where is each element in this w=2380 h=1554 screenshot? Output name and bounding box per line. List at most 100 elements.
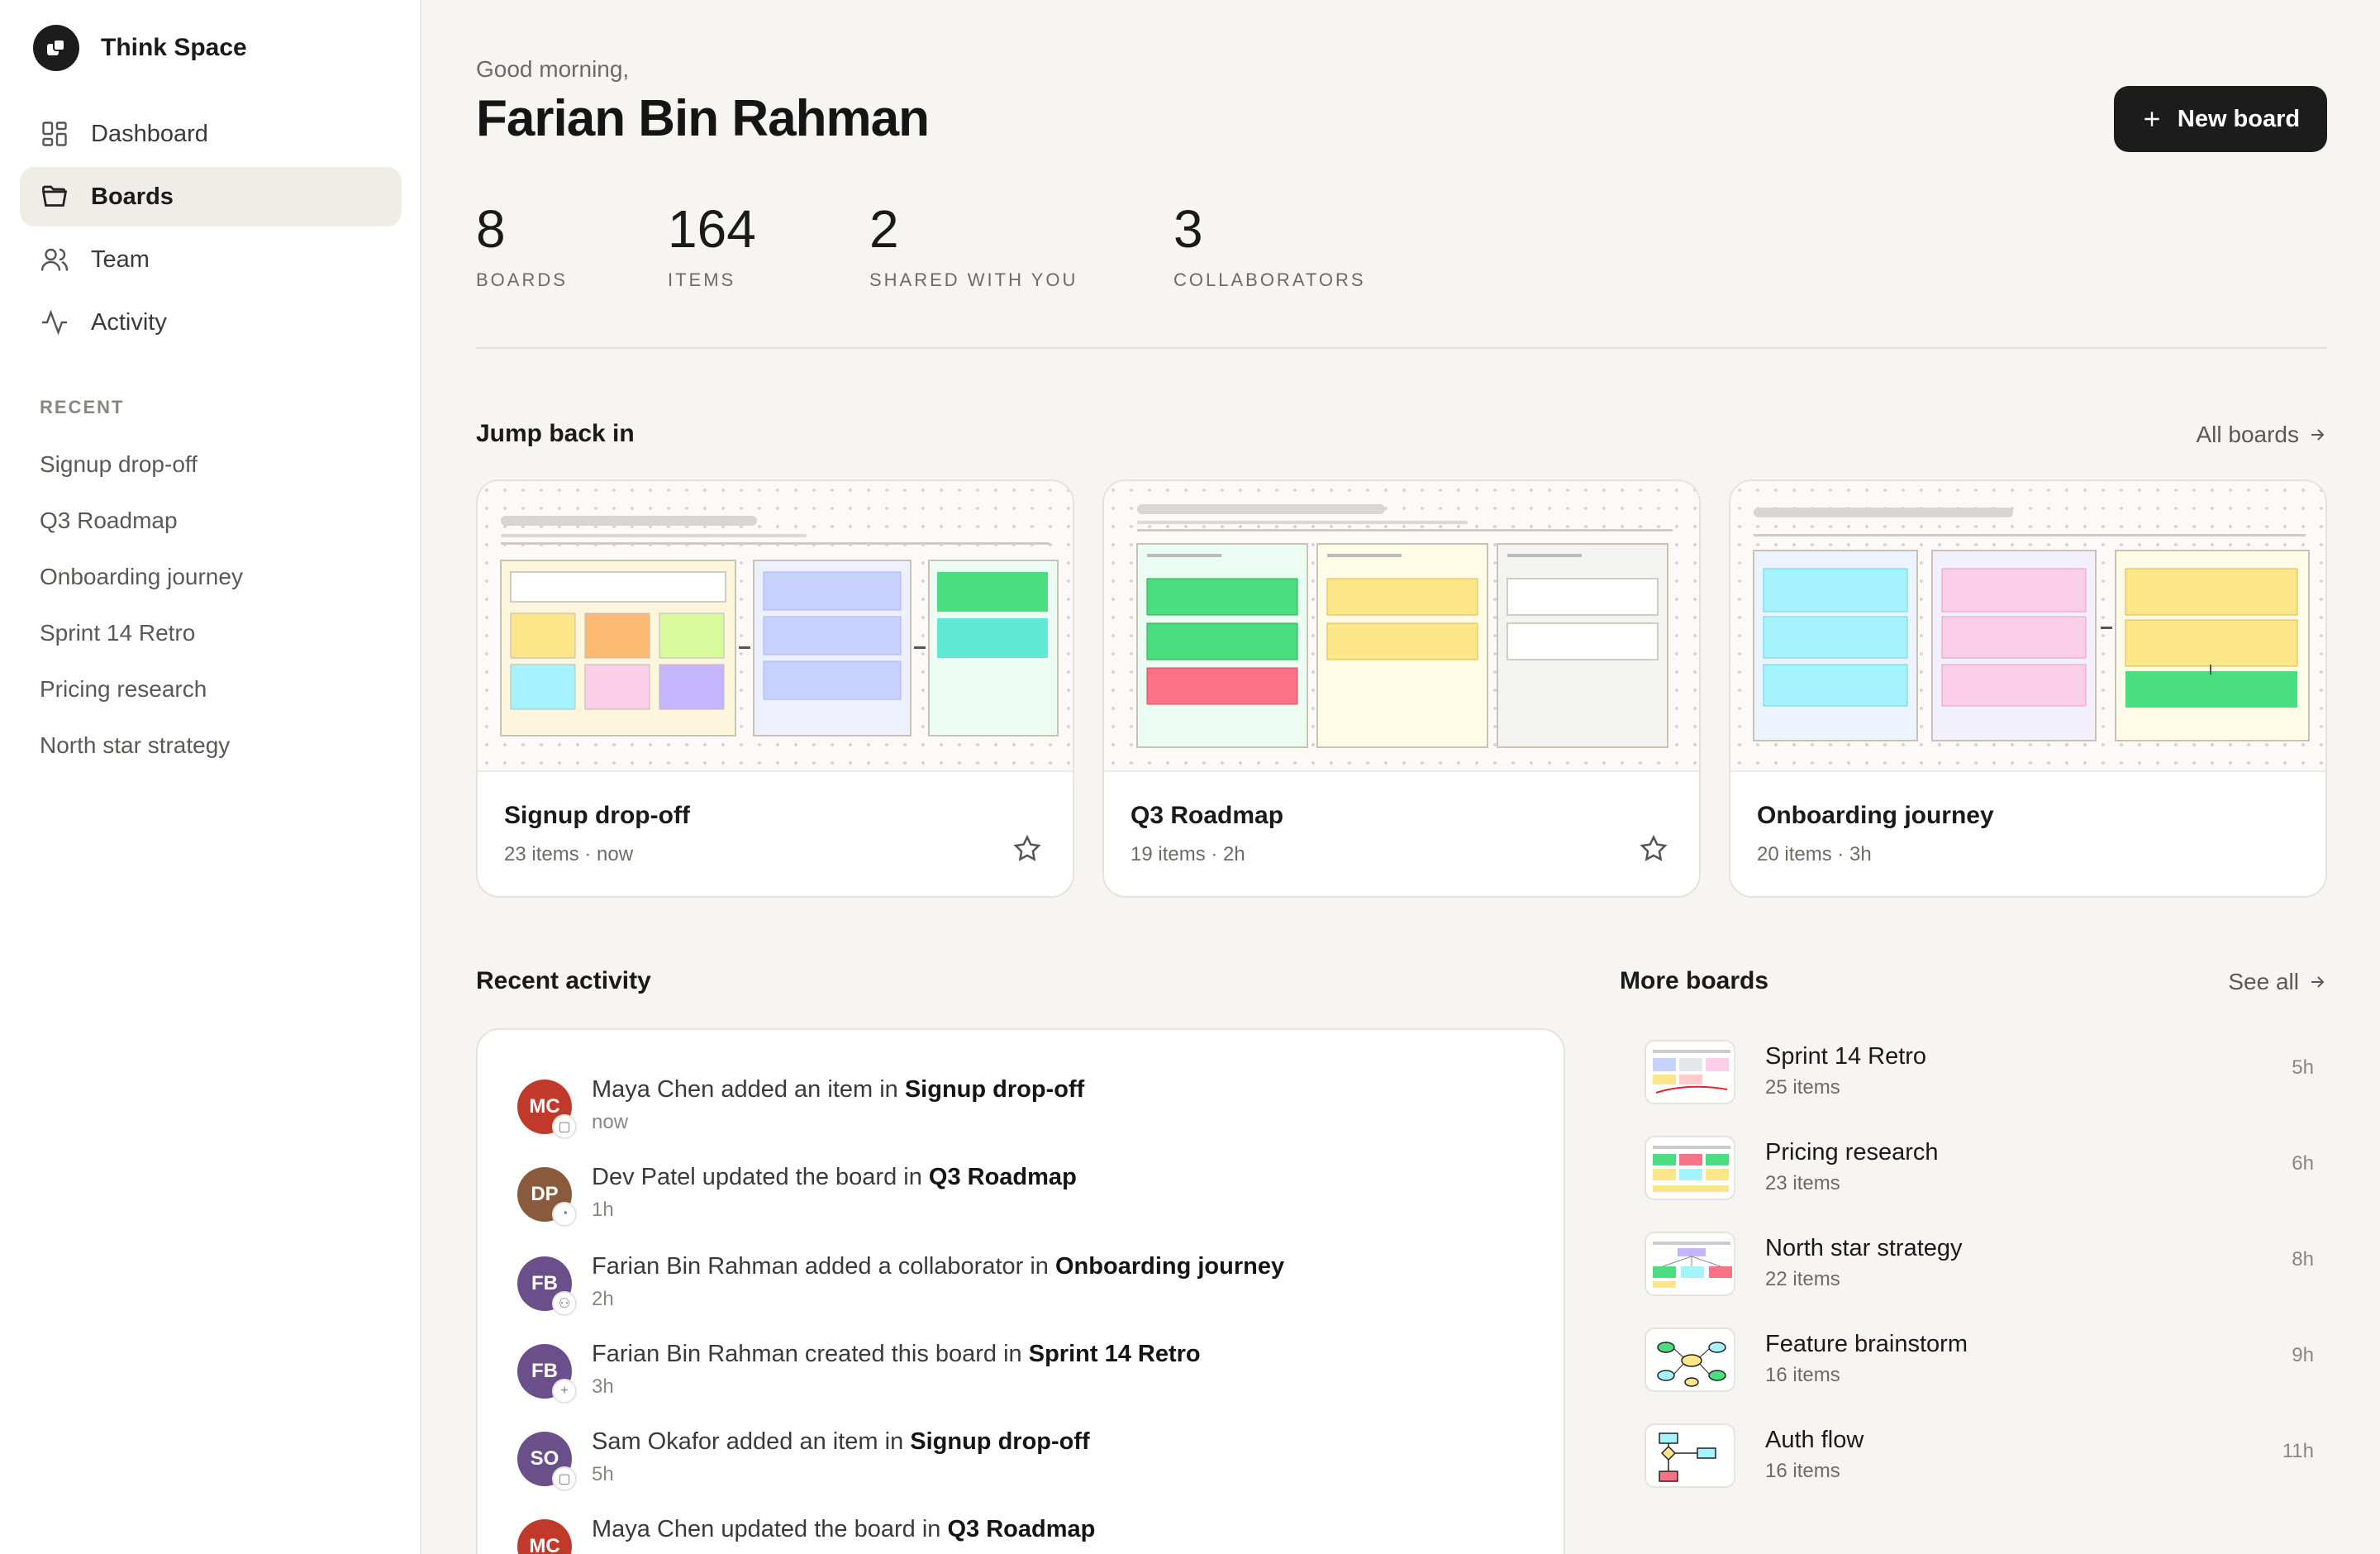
more-board-time: 9h [2292,1344,2314,1366]
all-boards-link[interactable]: All boards [2196,422,2327,448]
activity-text: Maya Chen updated the board in Q3 Roadma… [592,1516,1095,1543]
see-all-label: See all [2228,969,2299,994]
activity-item[interactable]: MC Maya Chen updated the board in Q3 Roa… [517,1516,1509,1554]
recent-activity-title: Recent activity [476,967,651,994]
stat-boards: 8 BOARDS [476,198,568,291]
item-badge-icon: ▢ [552,1114,577,1139]
divider [476,347,2327,349]
activity-board-link[interactable]: Signup drop-off [910,1428,1089,1455]
more-board-item[interactable]: Pricing research 23 items 6h [1631,1131,2327,1213]
activity-action: Sam Okafor added an item in [592,1428,911,1455]
stats-row: 8 BOARDS 164 ITEMS 2 SHARED WITH YOU 3 C… [476,198,2327,306]
board-thumbnail [1645,1423,1735,1488]
activity-board-link[interactable]: Onboarding journey [1055,1253,1284,1280]
plus-icon: + [552,1379,577,1404]
more-board-time: 5h [2292,1056,2314,1079]
more-board-item[interactable]: Feature brainstorm 16 items 9h [1631,1323,2327,1405]
see-all-link[interactable]: See all [2228,969,2327,995]
stat-shared: 2 SHARED WITH YOU [869,198,1078,291]
activity-action: Farian Bin Rahman created this board in [592,1341,1029,1367]
sidebar-item-boards[interactable]: Boards [20,167,402,226]
stat-collaborators: 3 COLLABORATORS [1173,198,1366,291]
activity-time: 1h [592,1199,614,1221]
users-icon [40,248,69,271]
card-meta: 23 items · now [504,843,634,865]
recent-heading: RECENT [40,397,125,417]
more-board-item[interactable]: Auth flow 16 items 11h [1631,1418,2327,1501]
sidebar-nav: Dashboard Boards Team Activity [20,104,402,355]
stat-label: SHARED WITH YOU [869,269,1078,290]
sidebar-item-label: Dashboard [91,120,208,147]
brand-logo-icon [33,25,79,71]
bell-icon: ◔ [552,1202,577,1227]
recent-item-signup-drop-off[interactable]: Signup drop-off [40,436,243,493]
brand-name: Think Space [101,34,247,61]
stat-items: 164 ITEMS [668,198,756,291]
activity-time: 2h [592,1288,614,1310]
folder-icon [41,185,68,207]
board-thumbnail [1645,1328,1735,1392]
more-board-time: 8h [2292,1248,2314,1270]
more-board-item[interactable]: North star strategy 22 items 8h [1631,1227,2327,1309]
activity-item[interactable]: SO ▢ Sam Okafor added an item in Signup … [517,1428,1509,1511]
star-icon[interactable] [1638,833,1669,865]
board-thumbnail-drawing [1657,1342,1726,1387]
star-icon[interactable] [1011,833,1043,865]
stat-label: COLLABORATORS [1173,269,1366,290]
sidebar-item-team[interactable]: Team [20,230,402,289]
activity-text: Maya Chen added an item in Signup drop-o… [592,1076,1084,1104]
activity-board-link[interactable]: Signup drop-off [905,1076,1084,1103]
board-preview-drawing [1753,508,2310,741]
recent-item-north-star-strategy[interactable]: North star strategy [40,717,243,774]
more-board-item[interactable]: Sprint 14 Retro 25 items 5h [1631,1035,2327,1118]
board-thumbnail [1645,1040,1735,1104]
activity-item[interactable]: DP ◔ Dev Patel updated the board in Q3 R… [517,1164,1509,1247]
sidebar: Think Space Dashboard Boards Team Activi… [0,0,421,1554]
board-preview-drawing [500,516,1059,736]
board-thumbnail [1645,1232,1735,1296]
activity-text: Farian Bin Rahman added a collaborator i… [592,1253,1284,1280]
activity-icon [42,309,67,336]
more-boards-title: More boards [1620,967,1769,994]
sidebar-item-label: Activity [91,308,167,336]
board-thumbnail-drawing [1653,1146,1730,1192]
board-card-signup-drop-off[interactable]: Signup drop-off 23 items · now [476,479,1074,898]
board-thumbnail-drawing [1653,1050,1730,1094]
recent-item-pricing-research[interactable]: Pricing research [40,661,243,717]
sidebar-item-label: Team [91,245,150,273]
brand[interactable]: Think Space [33,25,247,71]
user-add-icon: ⚇ [552,1291,577,1316]
more-board-name: Auth flow [1765,1427,1864,1453]
more-board-time: 11h [2282,1440,2314,1462]
sidebar-item-dashboard[interactable]: Dashboard [20,104,402,164]
plus-icon [2144,112,2159,126]
recent-item-onboarding-journey[interactable]: Onboarding journey [40,549,243,605]
activity-item[interactable]: FB ⚇ Farian Bin Rahman added a collabora… [517,1253,1509,1336]
activity-board-link[interactable]: Sprint 14 Retro [1029,1341,1201,1367]
new-board-button[interactable]: New board [2114,86,2327,152]
activity-action: Maya Chen added an item in [592,1076,905,1103]
avatar: MC [517,1519,572,1554]
activity-item[interactable]: MC ▢ Maya Chen added an item in Signup d… [517,1076,1509,1159]
recent-item-q3-roadmap[interactable]: Q3 Roadmap [40,493,243,549]
activity-text: Farian Bin Rahman created this board in … [592,1341,1201,1368]
activity-item[interactable]: FB + Farian Bin Rahman created this boar… [517,1341,1509,1423]
more-board-name: Sprint 14 Retro [1765,1043,1927,1070]
board-card-onboarding-journey[interactable]: Onboarding journey 20 items · 3h [1729,479,2327,898]
activity-panel: MC ▢ Maya Chen added an item in Signup d… [476,1028,1565,1554]
board-card-q3-roadmap[interactable]: Q3 Roadmap 19 items · 2h [1102,479,1701,898]
activity-action: Farian Bin Rahman added a collaborator i… [592,1253,1055,1280]
activity-board-link[interactable]: Q3 Roadmap [929,1164,1077,1190]
board-thumbnail-drawing [1659,1432,1716,1482]
sidebar-item-label: Boards [91,183,174,210]
card-meta: 20 items · 3h [1757,843,1872,865]
new-board-label: New board [2177,105,2301,132]
stat-value: 3 [1173,199,1203,259]
board-thumbnail-drawing [1653,1242,1732,1288]
activity-board-link[interactable]: Q3 Roadmap [947,1516,1095,1542]
page-title: Farian Bin Rahman [476,90,930,147]
recent-item-sprint-14-retro[interactable]: Sprint 14 Retro [40,605,243,661]
board-preview [1104,481,1699,772]
card-title: Q3 Roadmap [1130,802,1284,829]
sidebar-item-activity[interactable]: Activity [20,293,402,352]
